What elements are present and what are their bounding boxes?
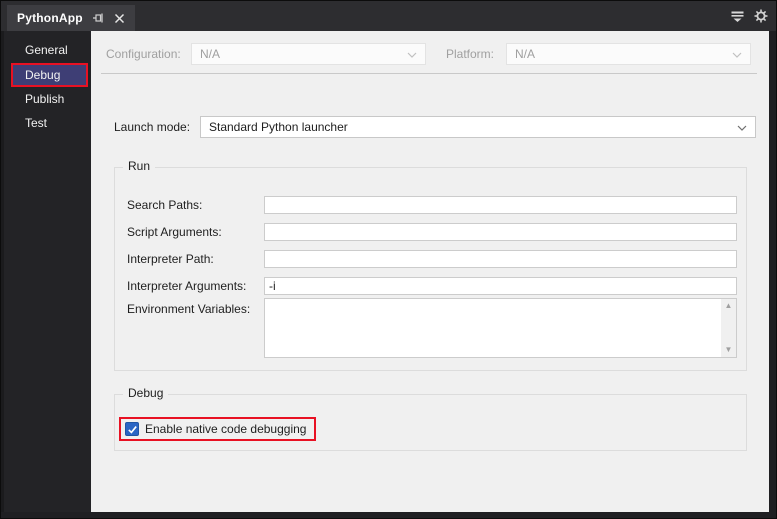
run-groupbox: Run Search Paths: Script Arguments: Inte… — [114, 159, 747, 371]
tab-title: PythonApp — [17, 11, 83, 25]
search-paths-label: Search Paths: — [127, 198, 203, 212]
launch-mode-row: Launch mode: Standard Python launcher — [91, 116, 769, 138]
environment-variables-input[interactable] — [265, 299, 721, 357]
platform-dropdown[interactable]: N/A — [506, 43, 751, 65]
gear-icon[interactable] — [754, 9, 768, 23]
close-icon[interactable] — [113, 11, 127, 25]
launch-mode-value: Standard Python launcher — [209, 120, 348, 134]
launch-mode-dropdown[interactable]: Standard Python launcher — [200, 116, 756, 138]
header-separator — [101, 73, 757, 74]
sidebar-item-debug[interactable]: Debug — [11, 63, 88, 87]
configuration-value: N/A — [200, 47, 221, 61]
tab-pythonapp[interactable]: PythonApp — [7, 5, 135, 31]
configuration-row: Configuration: N/A Platform: N/A — [91, 43, 769, 65]
scroll-up-icon[interactable]: ▲ — [725, 302, 733, 310]
sidebar: General Debug Publish Test — [1, 31, 91, 512]
tab-bar: PythonApp — [1, 1, 776, 31]
environment-variables-label: Environment Variables: — [127, 302, 251, 316]
property-page: Configuration: N/A Platform: N/A Launch … — [91, 31, 769, 512]
properties-window: PythonApp General Debug Publish Test Con… — [0, 0, 777, 519]
sidebar-item-test[interactable]: Test — [4, 112, 91, 135]
search-paths-input[interactable] — [264, 196, 737, 214]
interpreter-arguments-input[interactable] — [264, 277, 737, 295]
interpreter-path-label: Interpreter Path: — [127, 252, 214, 266]
configuration-dropdown[interactable]: N/A — [191, 43, 426, 65]
chevron-down-icon — [732, 52, 742, 58]
filter-icon[interactable] — [730, 9, 744, 23]
script-arguments-label: Script Arguments: — [127, 225, 222, 239]
environment-variables-box: ▲ ▼ — [264, 298, 737, 358]
debug-group-title: Debug — [123, 386, 169, 400]
interpreter-path-input[interactable] — [264, 250, 737, 268]
platform-value: N/A — [515, 47, 536, 61]
scroll-down-icon[interactable]: ▼ — [725, 346, 733, 354]
debug-groupbox: Debug Enable native code debugging — [114, 386, 747, 451]
chevron-down-icon — [737, 125, 747, 131]
interpreter-arguments-label: Interpreter Arguments: — [127, 279, 247, 293]
annotation-box-checkbox: Enable native code debugging — [119, 417, 317, 441]
sidebar-item-publish[interactable]: Publish — [4, 88, 91, 111]
script-arguments-input[interactable] — [264, 223, 737, 241]
pin-icon[interactable] — [91, 11, 105, 25]
env-scrollbar[interactable]: ▲ ▼ — [721, 299, 736, 357]
native-debugging-checkbox[interactable] — [125, 422, 139, 436]
sidebar-item-general[interactable]: General — [4, 39, 91, 62]
platform-label: Platform: — [446, 47, 495, 61]
run-group-title: Run — [123, 159, 156, 173]
chevron-down-icon — [407, 52, 417, 58]
launch-mode-label: Launch mode: — [114, 120, 191, 134]
native-debugging-label: Enable native code debugging — [145, 422, 307, 436]
configuration-label: Configuration: — [106, 47, 181, 61]
